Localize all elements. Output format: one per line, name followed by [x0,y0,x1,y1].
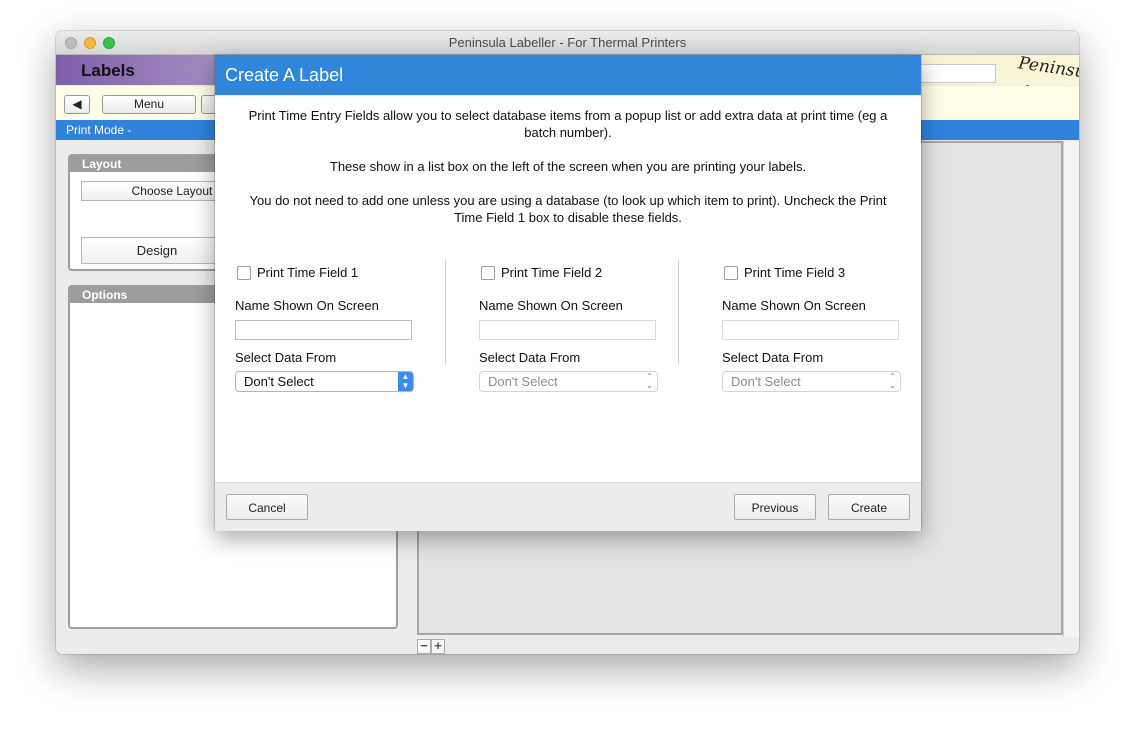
field-2-select-value: Don't Select [488,374,558,389]
updown-chevron-icon: ⌃ ⌄ [889,372,896,390]
window-title: Peninsula Labeller - For Thermal Printer… [448,35,687,50]
field-3-select-value: Don't Select [731,374,801,389]
print-time-field-2: Print Time Field 2 Name Shown On Screen … [479,262,679,402]
print-time-field-3: Print Time Field 3 Name Shown On Screen … [722,262,922,402]
field-1-name-label: Name Shown On Screen [235,298,379,313]
field-3-select-label: Select Data From [722,350,824,365]
header-title: Labels [81,61,135,80]
field-3-checkbox[interactable] [724,265,738,280]
cancel-button[interactable]: Cancel [226,494,308,520]
field-1-select-label: Select Data From [235,350,337,365]
design-button[interactable]: Design [81,237,233,264]
dialog-paragraph-1: Print Time Entry Fields allow you to sel… [248,108,888,140]
close-window-button[interactable] [65,37,77,49]
dialog-footer: Cancel Previous Create [215,482,921,531]
triangle-left-icon: ◀ [72,97,82,111]
field-3-checkbox-row[interactable]: Print Time Field 3 [724,265,845,281]
field-2-checkbox-label: Print Time Field 2 [501,265,603,280]
previous-button[interactable]: Previous [734,494,816,520]
zoom-window-button[interactable] [103,37,115,49]
updown-chevron-icon: ⌃ ⌄ [646,372,653,390]
field-2-select-label: Select Data From [479,350,581,365]
field-1-checkbox-label: Print Time Field 1 [257,265,359,280]
field-2-checkbox[interactable] [481,265,495,280]
header-search-field[interactable] [916,64,996,83]
field-3-name-label: Name Shown On Screen [722,298,866,313]
create-label-dialog: Create A Label Print Time Entry Fields a… [215,55,921,531]
zoom-out-button[interactable]: − [417,639,431,654]
field-2-name-label: Name Shown On Screen [479,298,623,313]
column-divider [445,260,446,364]
field-2-select[interactable]: Don't Select ⌃ ⌄ [479,371,658,392]
vertical-scrollbar[interactable] [1063,141,1079,637]
minimize-window-button[interactable] [84,37,96,49]
field-2-name-input[interactable] [479,320,656,340]
back-button[interactable]: ◀ [64,95,90,114]
field-3-checkbox-label: Print Time Field 3 [744,265,846,280]
field-1-select[interactable]: Don't Select ▲ ▼ [235,371,414,392]
field-1-checkbox[interactable] [237,265,251,280]
create-button[interactable]: Create [828,494,910,520]
dialog-paragraph-3: You do not need to add one unless you ar… [249,193,887,225]
updown-chevron-icon: ▲ ▼ [398,372,413,391]
field-1-name-input[interactable] [235,320,412,340]
field-3-name-input[interactable] [722,320,899,340]
field-1-select-value: Don't Select [244,374,314,389]
field-3-select[interactable]: Don't Select ⌃ ⌄ [722,371,901,392]
zoom-controls: − + [417,638,445,654]
field-2-checkbox-row[interactable]: Print Time Field 2 [481,265,602,281]
dialog-body: Print Time Entry Fields allow you to sel… [215,96,921,482]
print-time-field-1: Print Time Field 1 Name Shown On Screen … [235,262,435,402]
dialog-title: Create A Label [215,55,921,95]
field-1-checkbox-row[interactable]: Print Time Field 1 [237,265,358,281]
title-bar: Peninsula Labeller - For Thermal Printer… [56,31,1079,55]
menu-button[interactable]: Menu [102,95,196,114]
zoom-in-button[interactable]: + [431,639,445,654]
dialog-paragraph-2: These show in a list box on the left of … [329,159,807,174]
peninsula-logo: Peninsula [1017,53,1079,85]
